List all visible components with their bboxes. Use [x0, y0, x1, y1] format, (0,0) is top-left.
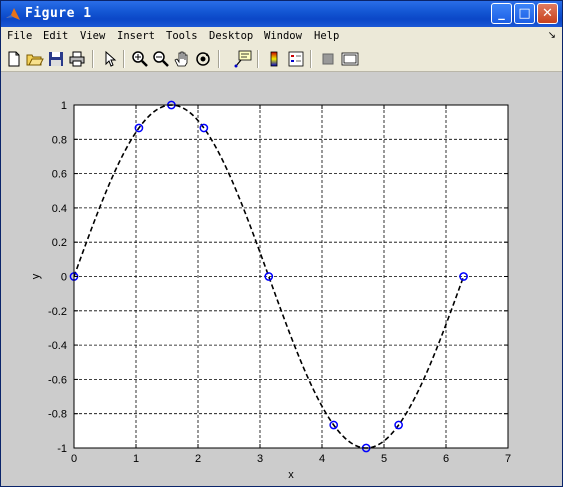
menu-bar: File Edit View Insert Tools Desktop Wind…: [1, 27, 562, 47]
y-tick-label: 0.8: [52, 134, 67, 146]
x-tick-label: 1: [133, 453, 139, 465]
toolbar-separator: [257, 50, 259, 68]
window-title: Figure 1: [25, 6, 92, 21]
show-plot-tools-icon[interactable]: [341, 50, 359, 68]
x-tick-label: 4: [319, 453, 325, 465]
maximize-button[interactable]: □: [514, 3, 535, 24]
insert-colorbar-icon[interactable]: [265, 50, 283, 68]
menu-window[interactable]: Window: [264, 30, 302, 42]
menu-file[interactable]: File: [7, 30, 32, 42]
toolbar-separator: [310, 50, 312, 68]
y-tick-label: 0: [61, 272, 67, 284]
y-axis-label: y: [30, 273, 42, 279]
x-tick-label: 2: [195, 453, 201, 465]
hide-plot-tools-icon[interactable]: [319, 50, 337, 68]
matlab-logo-icon: [6, 8, 20, 20]
menu-insert[interactable]: Insert: [117, 30, 155, 42]
toolbar-separator: [123, 50, 125, 68]
edit-plot-arrow-icon[interactable]: [100, 50, 118, 68]
insert-legend-icon[interactable]: [287, 50, 305, 68]
menu-view[interactable]: View: [80, 30, 105, 42]
menu-help[interactable]: Help: [314, 30, 339, 42]
menu-tools[interactable]: Tools: [166, 30, 198, 42]
y-tick-label: 0.6: [52, 169, 67, 181]
pan-hand-icon[interactable]: [173, 50, 191, 68]
menu-desktop[interactable]: Desktop: [209, 30, 253, 42]
y-tick-label: -1: [57, 443, 67, 455]
menu-edit[interactable]: Edit: [43, 30, 68, 42]
toolbar-separator: [218, 50, 220, 68]
save-icon[interactable]: [47, 50, 65, 68]
x-tick-label: 6: [443, 453, 449, 465]
y-tick-label: 0.4: [52, 203, 67, 215]
close-button[interactable]: ✕: [537, 3, 558, 24]
zoom-in-icon[interactable]: [131, 50, 149, 68]
dock-arrow-icon[interactable]: ↘: [548, 30, 556, 41]
y-tick-label: -0.8: [48, 409, 67, 421]
y-tick-label: -0.4: [48, 340, 67, 352]
axes[interactable]: 0 1 2 3 4 5 6 7 1 0.8 0.6 0.4 0.2 0 -0.2 -0.4 -0.6 -0.8 -…: [1, 72, 562, 486]
x-axis-label: x: [288, 469, 294, 481]
rotate-3d-icon[interactable]: [194, 50, 212, 68]
x-tick-label: 0: [71, 453, 77, 465]
toolbar-separator: [92, 50, 94, 68]
figure-window: Figure 1 _ □ ✕ File Edit View Insert Too…: [0, 0, 563, 487]
new-figure-icon[interactable]: [5, 50, 23, 68]
x-tick-label: 3: [257, 453, 263, 465]
y-tick-label: 1: [61, 100, 67, 112]
y-tick-label: -0.2: [48, 306, 67, 318]
y-tick-label: 0.2: [52, 237, 67, 249]
print-icon[interactable]: [68, 50, 86, 68]
x-tick-label: 5: [381, 453, 387, 465]
y-tick-label: -0.6: [48, 374, 67, 386]
open-file-icon[interactable]: [26, 50, 44, 68]
data-cursor-icon[interactable]: [234, 50, 252, 68]
zoom-out-icon[interactable]: [152, 50, 170, 68]
title-bar[interactable]: Figure 1 _ □ ✕: [1, 1, 562, 27]
minimize-button[interactable]: _: [491, 3, 512, 24]
x-tick-label: 7: [505, 453, 511, 465]
figure-toolbar: [1, 47, 562, 72]
